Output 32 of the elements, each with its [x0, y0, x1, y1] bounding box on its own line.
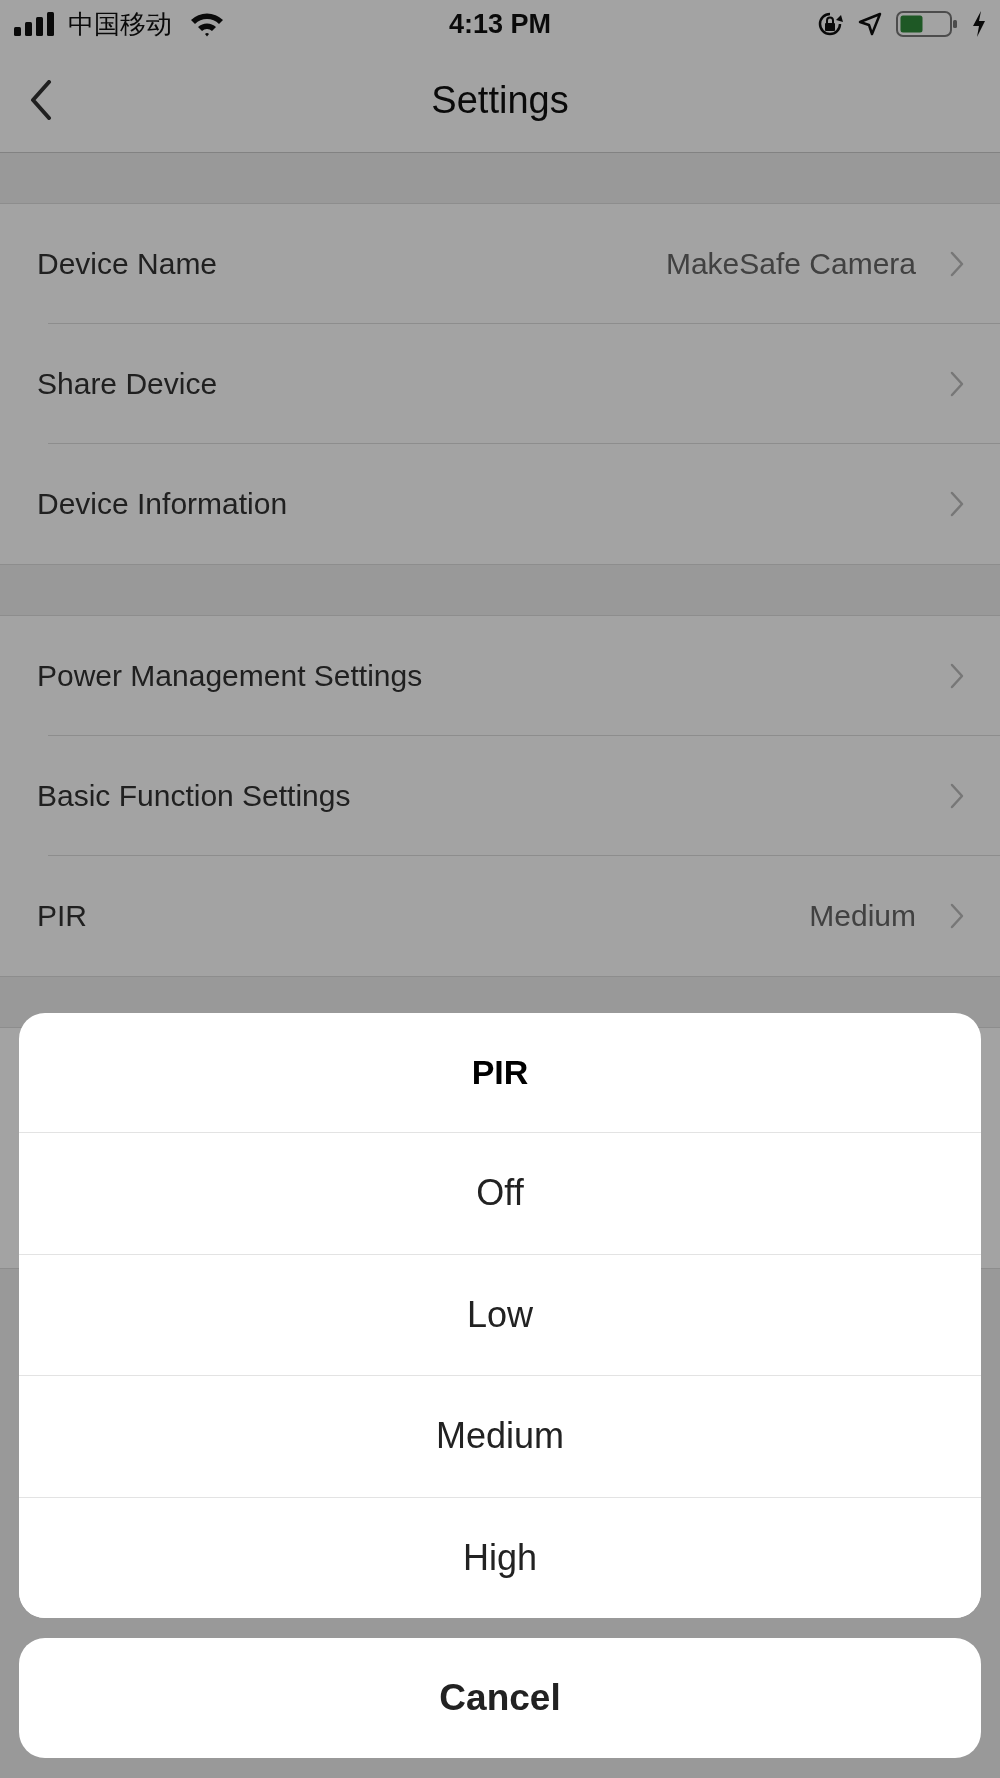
chevron-right-icon — [950, 251, 964, 277]
chevron-right-icon — [950, 371, 964, 397]
chevron-right-icon — [950, 903, 964, 929]
screen-title: Settings — [431, 78, 569, 122]
chevron-right-icon — [950, 663, 964, 689]
row-label: Power Management Settings — [37, 659, 424, 693]
carrier-name: 中国移动 — [68, 7, 172, 41]
location-arrow-icon — [858, 12, 882, 36]
status-time: 4:13 PM — [449, 8, 551, 40]
row-value: MakeSafe Camera — [665, 247, 916, 281]
back-chevron-icon — [30, 80, 52, 120]
row-label: Device Information — [37, 487, 289, 521]
settings-row[interactable]: Device Name MakeSafe Camera — [0, 204, 1000, 324]
rotation-lock-icon — [816, 11, 844, 37]
row-label: Basic Function Settings — [37, 779, 352, 813]
settings-row[interactable]: Power Management Settings — [0, 616, 1000, 736]
row-label: Share Device — [37, 367, 219, 401]
wifi-icon — [190, 11, 224, 37]
chevron-right-icon — [950, 783, 964, 809]
sheet-option[interactable]: High — [19, 1496, 981, 1618]
chevron-right-icon — [950, 491, 964, 517]
settings-row[interactable]: Share Device — [0, 324, 1000, 444]
row-value: Medium — [809, 899, 916, 933]
charging-bolt-icon — [972, 11, 986, 37]
sheet-title: PIR — [470, 1052, 530, 1093]
settings-row[interactable]: PIR Medium — [0, 856, 1000, 976]
settings-row[interactable]: Device Information — [0, 444, 1000, 564]
battery-icon — [896, 11, 958, 37]
cancel-button[interactable]: Cancel — [19, 1638, 981, 1758]
row-label: PIR — [37, 899, 88, 933]
row-label: Device Name — [37, 247, 219, 281]
settings-row[interactable]: Basic Function Settings — [0, 736, 1000, 856]
